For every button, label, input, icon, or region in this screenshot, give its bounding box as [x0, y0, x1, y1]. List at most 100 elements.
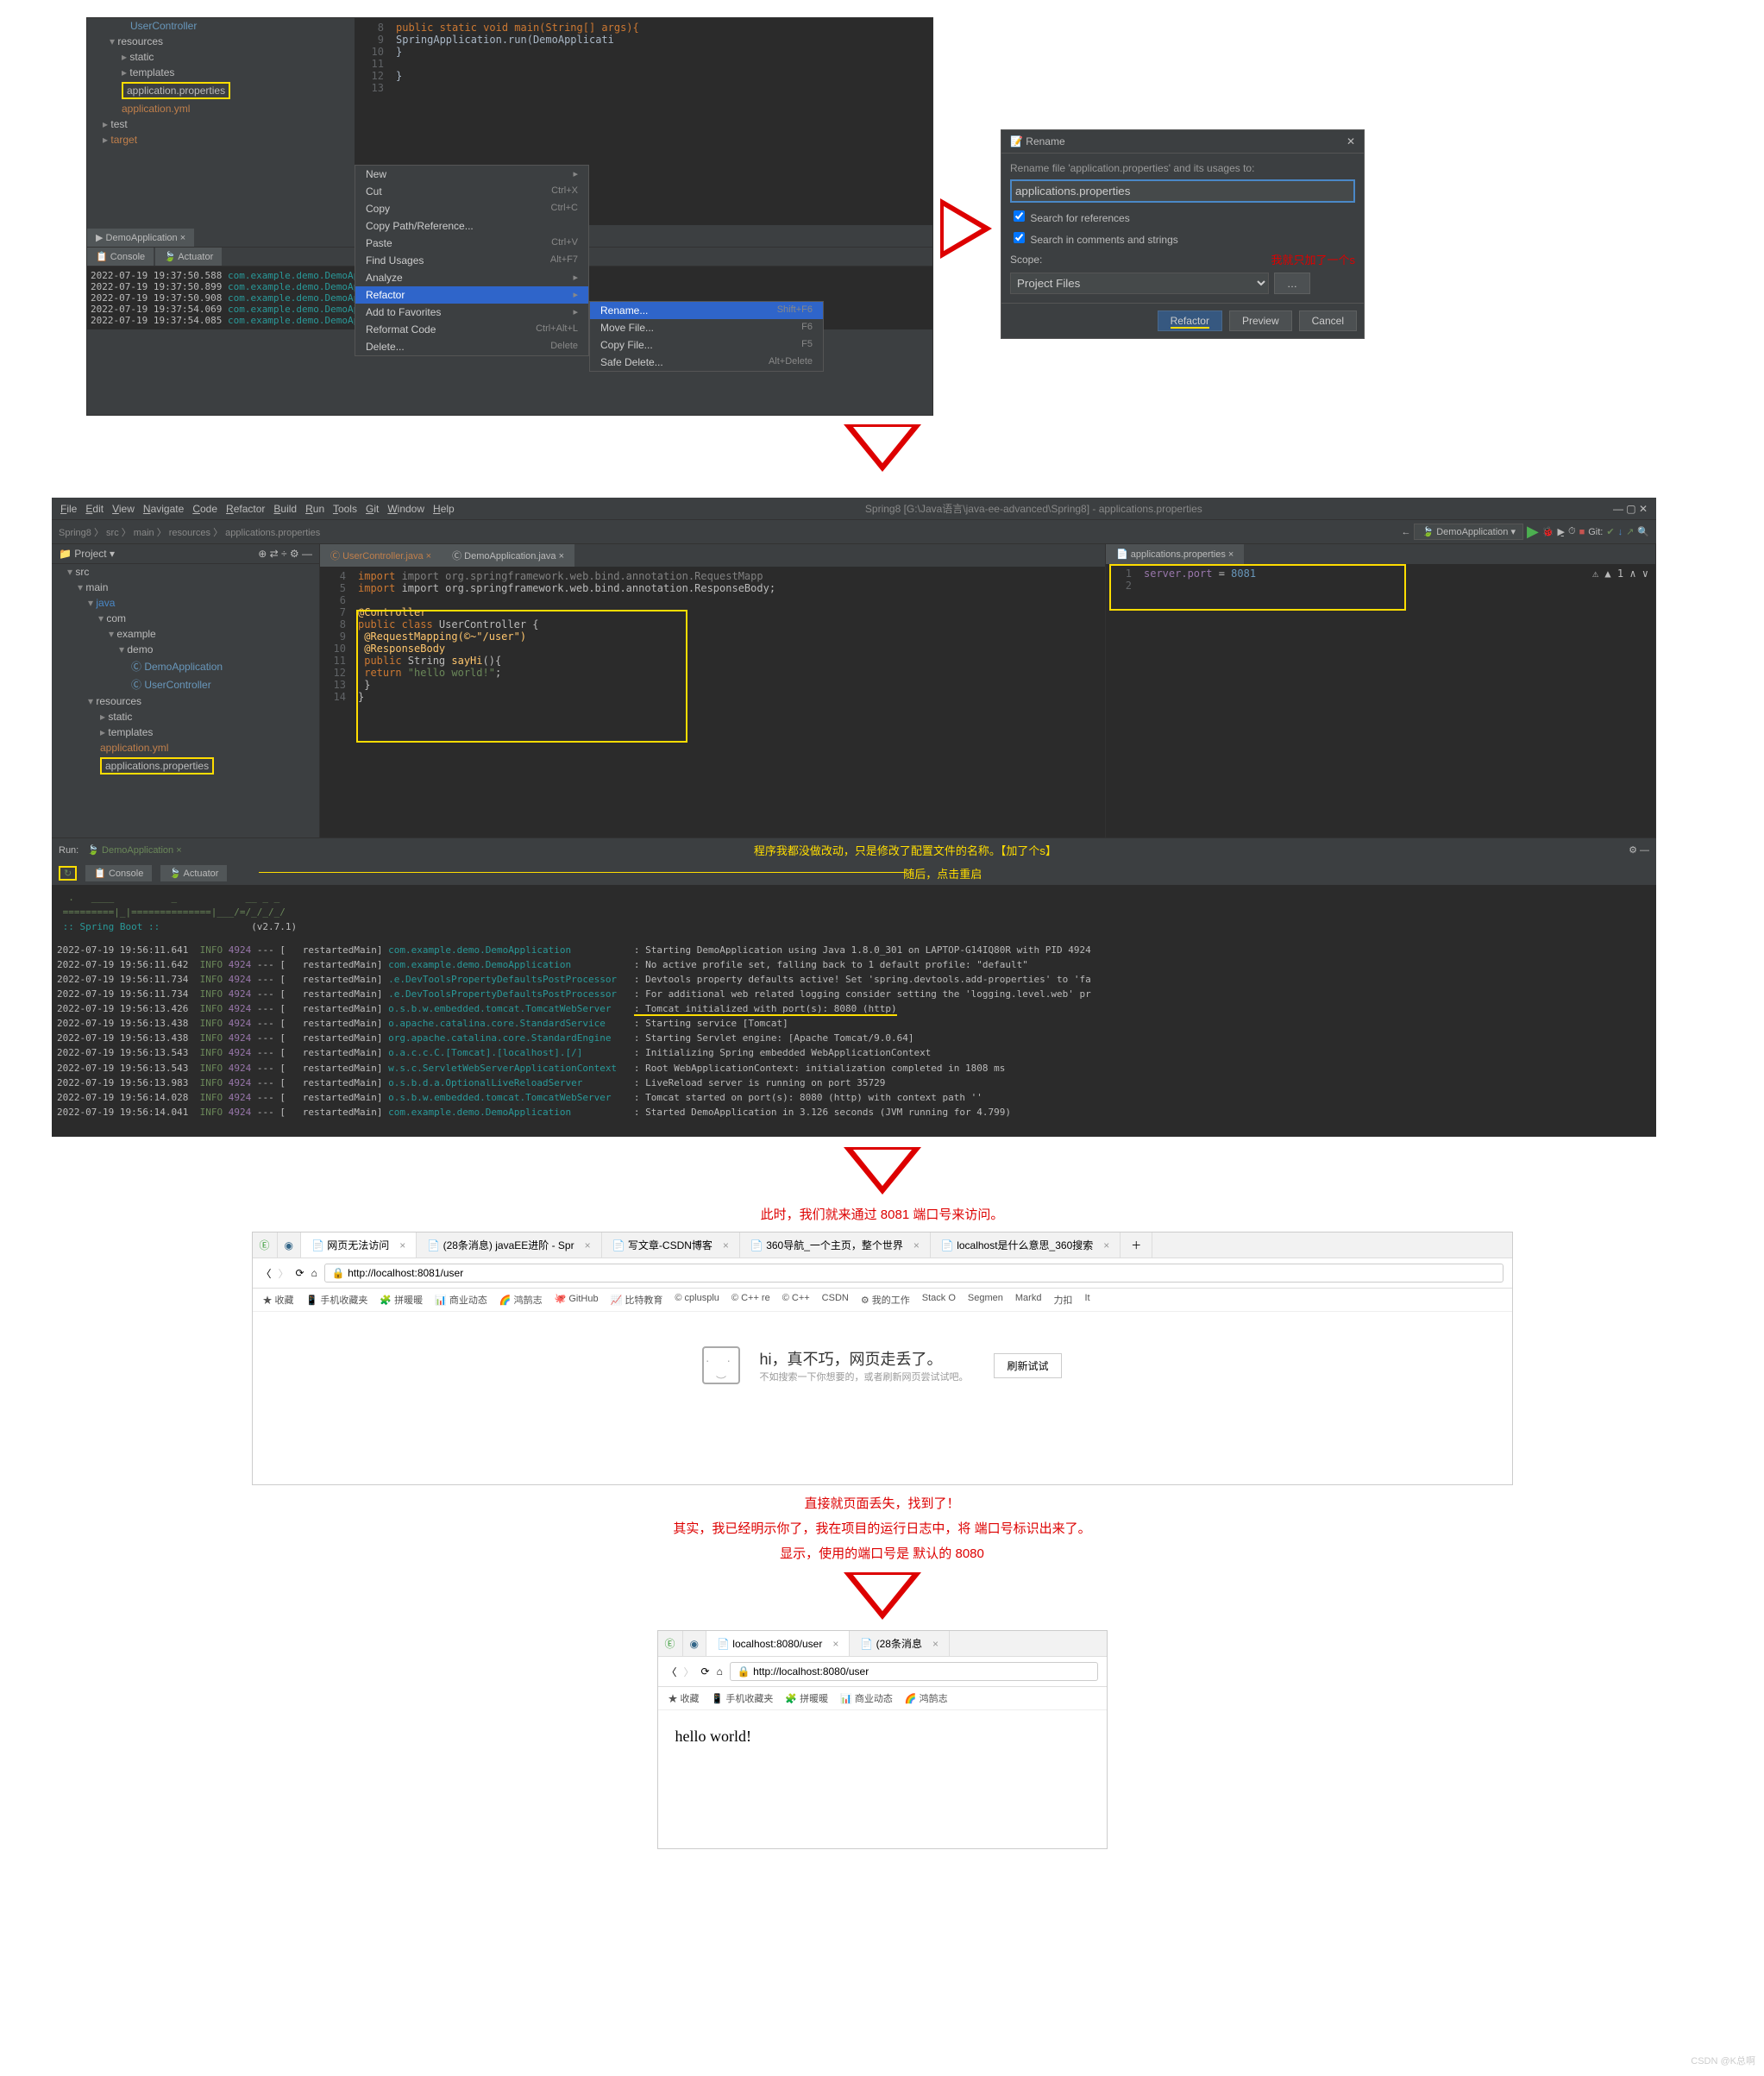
bookmark-item[interactable]: ★ 收藏: [669, 1691, 700, 1705]
menu-navigate[interactable]: Navigate: [143, 503, 184, 515]
run-config-dropdown[interactable]: 🍃 DemoApplication ▾: [1414, 524, 1523, 540]
bookmark-item[interactable]: Stack O: [922, 1293, 956, 1307]
forward-icon[interactable]: 〉: [279, 1266, 289, 1281]
bookmark-item[interactable]: 🌈 鸿鹄志: [905, 1691, 948, 1705]
tree-app-properties[interactable]: application.properties: [87, 80, 355, 101]
refactor-button[interactable]: Refactor: [1158, 310, 1222, 331]
tree-templates2[interactable]: templates: [52, 724, 319, 740]
browser-tabs[interactable]: Ⓔ ◉ 📄 网页无法访问 ×📄 (28条消息) javaEE进阶 - Spr ×…: [253, 1232, 1512, 1258]
close-icon[interactable]: ✕: [1347, 135, 1355, 147]
tab-console2[interactable]: 📋 Console: [85, 865, 152, 881]
browser-tab[interactable]: 📄 360导航_一个主页，整个世界 ×: [740, 1232, 931, 1258]
tree-demo[interactable]: demo: [52, 642, 319, 657]
home-icon[interactable]: ⌂: [311, 1267, 317, 1279]
project-tree[interactable]: UserController resources static template…: [87, 18, 355, 225]
project-pane[interactable]: 📁 Project ▾⊕ ⇄ ÷ ⚙ — src main java com e…: [52, 544, 320, 837]
menu-window[interactable]: Window: [387, 503, 424, 515]
tree-resources2[interactable]: resources: [52, 693, 319, 709]
tree-usercontroller2[interactable]: Ⓒ UserController: [52, 675, 319, 693]
bookmarks-bar[interactable]: ★ 收藏📱 手机收藏夹🧩 拼暖暖📊 商业动态🌈 鸿鹄志🐙 GitHub📈 比特教…: [253, 1289, 1512, 1312]
browser-tab[interactable]: 📄 (28条消息) javaEE进阶 - Spr ×: [417, 1232, 601, 1258]
code-right[interactable]: 1server.port = 8081 2 ⚠ ▲ 1 ∧ ∨: [1106, 564, 1655, 837]
coverage-icon[interactable]: ▶̱: [1558, 526, 1565, 537]
bookmark-item[interactable]: Segmen: [968, 1293, 1003, 1307]
browser-tab[interactable]: 📄 localhost:8080/user ×: [706, 1631, 850, 1656]
tree-yml2[interactable]: application.yml: [52, 740, 319, 756]
browser-tab[interactable]: 📄 localhost是什么意思_360搜索 ×: [931, 1232, 1121, 1258]
profile-icon[interactable]: ⏱: [1568, 526, 1576, 537]
context-menu-refactor[interactable]: Rename...Shift+F6Move File...F6Copy File…: [589, 301, 824, 372]
menu-code[interactable]: Code: [192, 503, 217, 515]
back-icon[interactable]: ←: [1401, 527, 1410, 537]
bookmark-item[interactable]: 🐙 GitHub: [555, 1293, 599, 1307]
menu-item[interactable]: Move File...F6: [590, 319, 823, 336]
git-commit-icon[interactable]: ✔: [1606, 526, 1614, 537]
menu-item[interactable]: Analyze▸: [355, 269, 588, 286]
menu-bar[interactable]: File Edit View Navigate Code Refactor Bu…: [52, 498, 1656, 520]
git-update-icon[interactable]: ↓: [1618, 527, 1623, 537]
tree-test[interactable]: test: [87, 116, 355, 132]
menu-help[interactable]: Help: [433, 503, 455, 515]
bookmark-item[interactable]: © C++ re: [731, 1293, 770, 1307]
scope-more-button[interactable]: …: [1274, 273, 1310, 294]
menu-run[interactable]: Run: [305, 503, 324, 515]
menu-refactor[interactable]: Refactor: [226, 503, 265, 515]
tab-demoapp2[interactable]: Ⓒ DemoApplication.java ×: [442, 544, 574, 567]
tab-demoapp[interactable]: ▶ DemoApplication ×: [87, 229, 194, 247]
address-bar-2[interactable]: 🔒 http://localhost:8080/user: [730, 1662, 1098, 1681]
menu-git[interactable]: Git: [366, 503, 379, 515]
breadcrumb[interactable]: Spring8 〉 src 〉 main 〉 resources 〉 appli…: [59, 525, 320, 539]
reload-icon[interactable]: ⟳: [296, 1267, 304, 1279]
window-controls[interactable]: — ▢ ✕: [1613, 503, 1648, 515]
menu-file[interactable]: File: [60, 503, 77, 515]
git-push-icon[interactable]: ↗: [1626, 526, 1634, 537]
back-icon[interactable]: 〈: [261, 1266, 272, 1281]
retry-button[interactable]: 刷新试试: [994, 1353, 1061, 1378]
rename-input[interactable]: [1010, 179, 1355, 203]
tree-static[interactable]: static: [87, 49, 355, 65]
stop-icon[interactable]: ■: [1579, 527, 1585, 537]
menu-item[interactable]: CutCtrl+X: [355, 183, 588, 200]
tree-templates[interactable]: templates: [87, 65, 355, 80]
home-icon[interactable]: ⌂: [717, 1665, 723, 1678]
tree-resources[interactable]: resources: [87, 34, 355, 49]
tree-static2[interactable]: static: [52, 709, 319, 724]
tab-console[interactable]: 📋 Console: [87, 248, 154, 266]
browser-shield-icon[interactable]: ◉: [278, 1232, 301, 1258]
bookmark-item[interactable]: 🌈 鸿鹄志: [499, 1293, 543, 1307]
bookmark-item[interactable]: 🧩 拼暖暖: [785, 1691, 828, 1705]
bookmarks-bar-2[interactable]: ★ 收藏📱 手机收藏夹🧩 拼暖暖📊 商业动态🌈 鸿鹄志: [658, 1687, 1107, 1710]
debug-icon[interactable]: 🐞: [1542, 526, 1554, 537]
menu-item[interactable]: Delete...Delete: [355, 338, 588, 355]
rerun-icon[interactable]: ↻: [59, 866, 77, 881]
back-icon[interactable]: 〈: [667, 1665, 677, 1679]
bookmark-item[interactable]: It: [1084, 1293, 1089, 1307]
bookmark-item[interactable]: 📱 手机收藏夹: [306, 1293, 368, 1307]
menu-item[interactable]: Rename...Shift+F6: [590, 302, 823, 319]
tab-properties[interactable]: 📄 applications.properties ×: [1106, 544, 1244, 564]
tree-app-yml[interactable]: application.yml: [87, 101, 355, 116]
browser-tab[interactable]: 📄 写文章-CSDN博客 ×: [602, 1232, 740, 1258]
menu-item[interactable]: Refactor▸: [355, 286, 588, 304]
menu-tools[interactable]: Tools: [333, 503, 357, 515]
log-output[interactable]: . ____ _ __ _ _ =========|_|============…: [52, 885, 1656, 1137]
menu-item[interactable]: PasteCtrl+V: [355, 235, 588, 252]
tree-com[interactable]: com: [52, 611, 319, 626]
browser-tab[interactable]: 📄 网页无法访问 ×: [301, 1232, 417, 1258]
tree-example[interactable]: example: [52, 626, 319, 642]
bookmark-item[interactable]: 📱 手机收藏夹: [712, 1691, 774, 1705]
settings-icon[interactable]: ⚙ —: [1629, 844, 1649, 856]
tab-actuator2[interactable]: 🍃 Actuator: [160, 865, 227, 881]
bookmark-item[interactable]: Markd: [1015, 1293, 1042, 1307]
bookmark-item[interactable]: 🧩 拼暖暖: [380, 1293, 423, 1307]
bookmark-item[interactable]: 📈 比特教育: [611, 1293, 663, 1307]
menu-build[interactable]: Build: [273, 503, 297, 515]
menu-item[interactable]: Copy Path/Reference...: [355, 217, 588, 235]
search-icon[interactable]: 🔍: [1637, 526, 1649, 537]
tab-actuator[interactable]: 🍃 Actuator: [155, 248, 222, 266]
cancel-button[interactable]: Cancel: [1299, 310, 1357, 331]
bookmark-item[interactable]: ⚙ 我的工作: [861, 1293, 910, 1307]
bookmark-item[interactable]: 📊 商业动态: [435, 1293, 487, 1307]
tab-usercontroller[interactable]: Ⓒ UserController.java ×: [320, 544, 442, 567]
tree-props2[interactable]: applications.properties: [52, 756, 319, 776]
